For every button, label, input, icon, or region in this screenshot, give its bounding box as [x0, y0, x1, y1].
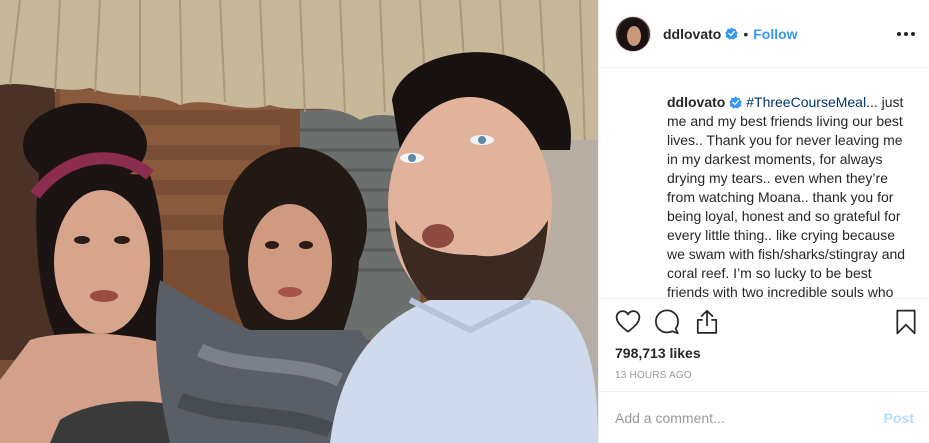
caption-username[interactable]: ddlovato: [667, 94, 725, 110]
post-header: ddlovato • Follow: [599, 0, 929, 68]
header-separator: •: [743, 25, 749, 42]
post-timestamp[interactable]: 13 HOURS AGO: [615, 370, 692, 381]
action-bar: [599, 298, 929, 346]
comment-input[interactable]: [615, 409, 884, 426]
add-comment-bar: Post: [599, 391, 929, 443]
verified-badge-icon: [725, 27, 739, 40]
post-photo[interactable]: [0, 0, 598, 443]
follow-button[interactable]: Follow: [753, 26, 797, 42]
likes-count[interactable]: 798,713 likes: [615, 345, 701, 361]
avatar[interactable]: [615, 15, 651, 52]
comment-icon[interactable]: [654, 309, 680, 335]
heart-icon[interactable]: [615, 309, 641, 335]
caption-area: ddlovato #ThreeCourseMeal... just me and…: [599, 69, 929, 298]
share-icon[interactable]: [694, 309, 720, 335]
caption-text: ddlovato #ThreeCourseMeal... just me and…: [667, 93, 914, 298]
bookmark-icon[interactable]: [893, 309, 919, 335]
post-side-panel: ddlovato • Follow ddlovato #ThreeCourseM…: [598, 0, 929, 443]
caption-body: ... just me and my best friends living o…: [667, 94, 906, 298]
caption-hashtag-link[interactable]: #ThreeCourseMeal: [746, 94, 866, 110]
more-options-icon[interactable]: [894, 22, 918, 46]
post-comment-button[interactable]: Post: [884, 410, 914, 426]
header-username[interactable]: ddlovato: [663, 26, 721, 42]
caption-verified-badge-icon: [729, 96, 743, 109]
photo-illustration: [0, 0, 598, 443]
